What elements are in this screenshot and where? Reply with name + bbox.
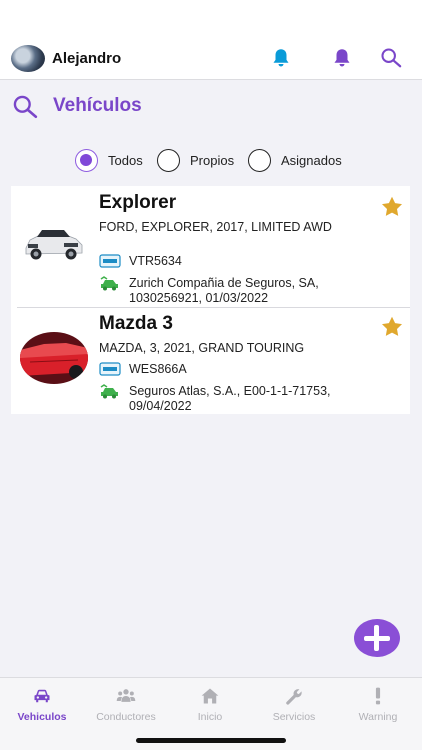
- bell-icon[interactable]: [331, 47, 353, 69]
- vehicle-insurance: Zurich Compañia de Seguros, SA, 10302569…: [129, 276, 319, 305]
- radio-label-asignados[interactable]: Asignados: [281, 153, 342, 168]
- page-title: Vehículos: [53, 95, 142, 116]
- radio-label-todos[interactable]: Todos: [108, 153, 143, 168]
- insurance-car-icon: [100, 276, 118, 291]
- bell-icon[interactable]: [270, 47, 292, 69]
- vehicle-list: Explorer FORD, EXPLORER, 2017, LIMITED A…: [11, 186, 410, 414]
- tab-label: Vehiculos: [17, 711, 67, 723]
- vehicle-description: FORD, EXPLORER, 2017, LIMITED AWD: [99, 220, 332, 234]
- search-icon[interactable]: [12, 94, 38, 120]
- add-vehicle-button[interactable]: [354, 619, 400, 657]
- top-bar: Alejandro: [0, 0, 422, 80]
- radio-todos[interactable]: [75, 149, 98, 172]
- wrench-icon: [286, 689, 302, 705]
- tab-servicios[interactable]: Servicios: [252, 678, 336, 728]
- vehicle-name: Explorer: [99, 192, 177, 213]
- radio-asignados[interactable]: [248, 149, 271, 172]
- vehicle-description: MAZDA, 3, 2021, GRAND TOURING: [99, 341, 305, 355]
- radio-propios[interactable]: [157, 149, 180, 172]
- tab-warning[interactable]: Warning: [336, 678, 420, 728]
- username: Alejandro: [52, 50, 122, 67]
- car-icon: [34, 689, 50, 703]
- tab-label: Servicios: [272, 711, 316, 723]
- avatar[interactable]: [11, 45, 45, 72]
- users-icon: [116, 689, 136, 702]
- license-plate-icon: [99, 362, 121, 376]
- filter-radio-group: Todos Propios Asignados: [0, 149, 422, 173]
- exclamation-icon: [375, 687, 381, 705]
- vehicle-card[interactable]: Mazda 3 MAZDA, 3, 2021, GRAND TOURING WE…: [11, 308, 410, 414]
- tab-vehiculos[interactable]: Vehiculos: [0, 678, 84, 728]
- search-icon[interactable]: [380, 47, 402, 69]
- vehicle-card[interactable]: Explorer FORD, EXPLORER, 2017, LIMITED A…: [11, 186, 410, 307]
- home-icon: [201, 688, 219, 704]
- tab-label: Warning: [358, 711, 398, 723]
- vehicle-insurance: Seguros Atlas, S.A., E00-1-1-71753, 09/0…: [129, 384, 331, 413]
- tab-inicio[interactable]: Inicio: [168, 678, 252, 728]
- vehicle-photo: [20, 332, 88, 384]
- vehicle-plate: WES866A: [129, 362, 187, 376]
- insurance-car-icon: [100, 384, 118, 399]
- vehicle-plate: VTR5634: [129, 254, 182, 268]
- star-icon[interactable]: [379, 195, 405, 219]
- star-icon[interactable]: [379, 315, 405, 339]
- home-indicator: [136, 738, 286, 743]
- tab-label: Conductores: [96, 711, 156, 723]
- tab-conductores[interactable]: Conductores: [84, 678, 168, 728]
- license-plate-icon: [99, 254, 121, 268]
- vehicle-photo: [20, 218, 88, 270]
- vehicle-name: Mazda 3: [99, 313, 173, 334]
- radio-label-propios[interactable]: Propios: [190, 153, 234, 168]
- tab-label: Inicio: [197, 711, 223, 723]
